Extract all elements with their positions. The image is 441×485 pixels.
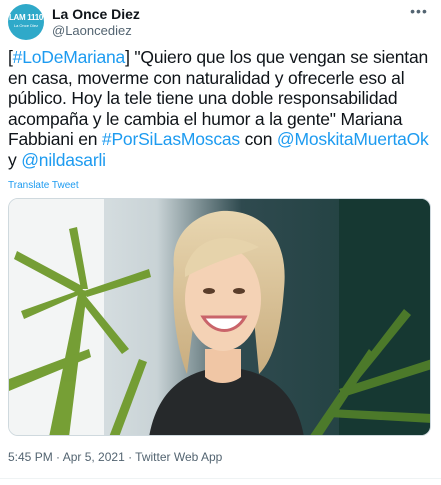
tweet-text: [#LoDeMariana] "Quiero que los que venga… [8, 47, 434, 170]
author-info: La Once Diez @Laoncediez [52, 5, 140, 39]
avatar[interactable]: LAM 1110 La Once Diez [8, 4, 44, 40]
author-handle[interactable]: @Laoncediez [52, 23, 140, 39]
divider [0, 478, 441, 479]
hashtag-link[interactable]: #LoDeMariana [13, 47, 126, 67]
author-display-name[interactable]: La Once Diez [52, 5, 140, 23]
hashtag-link[interactable]: #PorSiLasMoscas [102, 129, 240, 149]
mention-link[interactable]: @nildasarli [21, 150, 106, 170]
avatar-logo-subtext: La Once Diez [13, 23, 39, 28]
tweet-header: LAM 1110 La Once Diez La Once Diez @Laon… [8, 4, 433, 44]
tweet-text-segment: con [239, 129, 277, 149]
avatar-logo-text: LAM 1110 [8, 13, 44, 22]
tweet-text-segment: y [8, 149, 22, 170]
photo-woman-smiling-palms [9, 199, 430, 435]
tweet-timestamp[interactable]: 5:45 PM · Apr 5, 2021 · Twitter Web App [8, 449, 222, 465]
translate-tweet-link[interactable]: Translate Tweet [8, 180, 79, 192]
tweet-photo[interactable] [8, 198, 431, 436]
tweet-card: LAM 1110 La Once Diez La Once Diez @Laon… [0, 0, 441, 485]
mention-link[interactable]: @MoskitaMuertaOk [277, 129, 429, 149]
more-horizontal-icon[interactable]: ••• [409, 4, 429, 22]
